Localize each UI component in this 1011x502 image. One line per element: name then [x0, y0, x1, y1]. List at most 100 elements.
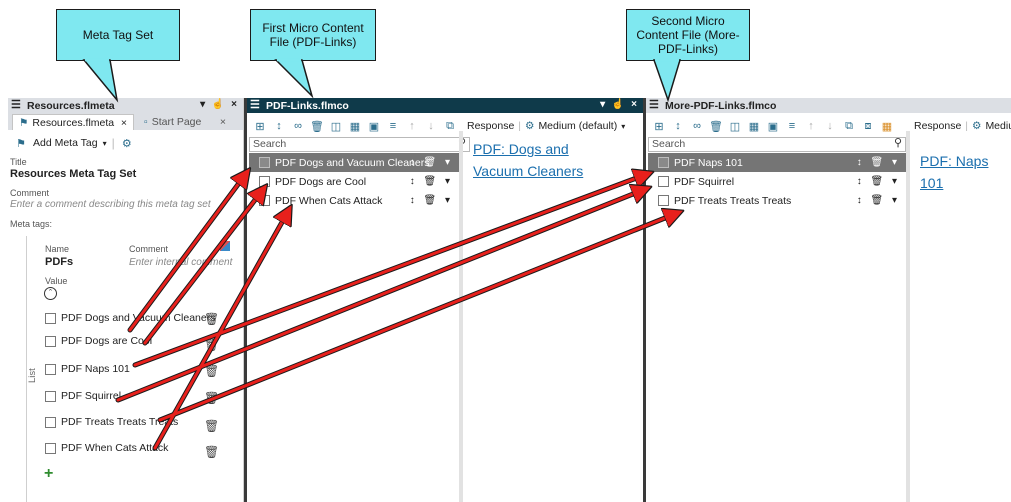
device-icon: ⚙: [525, 120, 535, 132]
toolbar-separator: |: [111, 136, 115, 150]
row-checkbox[interactable]: [658, 195, 669, 206]
list-item[interactable]: PDF Treats Treats Treats: [45, 414, 178, 430]
list-item[interactable]: PDF Naps 101: [45, 361, 130, 377]
trash-icon[interactable]: 🗑: [204, 338, 219, 352]
tag-color-icon[interactable]: [220, 241, 230, 251]
search-placeholder: Search: [652, 138, 686, 150]
trash-icon[interactable]: 🗑: [709, 119, 723, 133]
response-link[interactable]: PDF: Dogs and Vacuum Cleaners: [473, 138, 613, 182]
row-checkbox[interactable]: [658, 176, 669, 187]
collapse-icon[interactable]: ˆ: [44, 287, 57, 300]
row-label: PDF Squirrel: [674, 175, 735, 188]
item-checkbox[interactable]: [45, 312, 56, 324]
row-action-icons[interactable]: ↕ 🗑 ▾: [410, 157, 453, 168]
tab-start-page[interactable]: ▫ Start Page ×: [138, 114, 232, 130]
list-item[interactable]: PDF Squirrel: [45, 388, 121, 404]
list-item[interactable]: PDF Dogs are Cool: [45, 333, 152, 349]
list-row[interactable]: PDF Treats Treats Treats ↕ 🗑 ▾: [648, 191, 906, 210]
item-checkbox[interactable]: [45, 335, 56, 347]
row-checkbox[interactable]: [259, 176, 270, 187]
row-checkbox[interactable]: [259, 195, 270, 206]
response-link[interactable]: PDF: Naps 101: [920, 150, 1010, 194]
toolbar-separator: |: [518, 120, 522, 132]
close-icon[interactable]: ×: [121, 117, 127, 129]
preview-icon[interactable]: ▣: [766, 119, 780, 133]
arrow-up-icon[interactable]: ↑: [804, 119, 818, 133]
row-label: PDF Dogs are Cool: [275, 175, 367, 188]
chevron-down-icon[interactable]: ▾: [621, 122, 625, 131]
trash-icon[interactable]: 🗑: [204, 419, 219, 433]
list-item[interactable]: PDF When Cats Attack: [45, 440, 168, 456]
paint-icon[interactable]: ▦: [348, 119, 362, 133]
settings-icon[interactable]: ⚙: [120, 136, 134, 150]
paint-icon[interactable]: ▦: [747, 119, 761, 133]
page-icon: ▫: [144, 116, 148, 128]
add-meta-tag-button[interactable]: Add Meta Tag: [33, 137, 98, 149]
link-icon[interactable]: ↕: [272, 119, 286, 133]
trash-icon[interactable]: 🗑: [204, 445, 219, 459]
search-input[interactable]: Search ⚲: [249, 137, 470, 152]
tag-comment-field[interactable]: Enter internal comment: [129, 257, 232, 268]
add-item-icon[interactable]: ⊞: [253, 119, 267, 133]
add-item-icon[interactable]: +: [44, 465, 53, 483]
title-value[interactable]: Resources Meta Tag Set: [10, 168, 136, 180]
item-checkbox[interactable]: [45, 416, 56, 428]
pdf-links-panel: ☰ PDF-Links.flmco ▾ ☝ × ⊞ ↕ ∞ 🗑 ◫ ▦ ▣ ≡ …: [247, 98, 643, 502]
chain-icon[interactable]: ∞: [291, 119, 305, 133]
list-item[interactable]: PDF Dogs and Vacuum Cleaners: [45, 310, 215, 326]
grid-icon[interactable]: ▦: [880, 119, 894, 133]
copy-icon[interactable]: ◫: [728, 119, 742, 133]
tab-resources[interactable]: ⚑ Resources.flmeta ×: [12, 114, 134, 130]
tag-name-value[interactable]: PDFs: [45, 256, 73, 268]
list-row[interactable]: PDF Squirrel ↕ 🗑 ▾: [648, 172, 906, 191]
medium-select[interactable]: Mediun: [985, 120, 1011, 132]
link-icon[interactable]: ↕: [671, 119, 685, 133]
item-checkbox[interactable]: [45, 363, 56, 375]
search-input[interactable]: Search ⚲: [648, 137, 906, 152]
callout-tails: [82, 58, 682, 103]
list-row[interactable]: PDF Dogs and Vacuum Cleaners ↕ 🗑 ▾: [249, 153, 459, 172]
trash-icon[interactable]: 🗑: [310, 119, 324, 133]
duplicate-icon[interactable]: ⧉: [443, 119, 457, 133]
row-action-icons[interactable]: ↕ 🗑 ▾: [857, 176, 900, 187]
arrow-up-icon[interactable]: ↑: [405, 119, 419, 133]
response-label: Response: [914, 120, 962, 132]
tab-strip: ⚑ Resources.flmeta × ▫ Start Page ×: [8, 113, 243, 130]
item-checkbox[interactable]: [45, 390, 56, 402]
medium-select[interactable]: Medium (default): [538, 120, 617, 132]
tag-icon: ⚑: [19, 116, 29, 129]
row-checkbox[interactable]: [658, 157, 669, 168]
list-icon[interactable]: ≡: [386, 119, 400, 133]
row-action-icons[interactable]: ↕ 🗑 ▾: [410, 176, 453, 187]
arrow-down-icon[interactable]: ↓: [823, 119, 837, 133]
tab-start-page-label: Start Page: [151, 116, 202, 128]
trash-icon[interactable]: 🗑: [204, 312, 219, 326]
list-icon[interactable]: ≡: [785, 119, 799, 133]
chevron-down-icon[interactable]: ▾: [103, 139, 107, 148]
splitter[interactable]: [906, 131, 910, 502]
list-row[interactable]: PDF Dogs are Cool ↕ 🗑 ▾: [249, 172, 459, 191]
add-item-icon[interactable]: ⊞: [652, 119, 666, 133]
row-action-icons[interactable]: ↕ 🗑 ▾: [410, 195, 453, 206]
trash-icon[interactable]: 🗑: [204, 391, 219, 405]
list-row[interactable]: PDF When Cats Attack ↕ 🗑 ▾: [249, 191, 459, 210]
chain-icon[interactable]: ∞: [690, 119, 704, 133]
comment-field[interactable]: Enter a comment describing this meta tag…: [10, 199, 211, 210]
splitter[interactable]: [459, 131, 463, 502]
arrow-down-icon[interactable]: ↓: [424, 119, 438, 133]
duplicate-icon[interactable]: ⧉: [842, 119, 856, 133]
row-action-icons[interactable]: ↕ 🗑 ▾: [857, 157, 900, 168]
trash-icon[interactable]: 🗑: [204, 364, 219, 378]
close-icon[interactable]: ×: [220, 116, 226, 128]
pdf-links-toolbar: ⊞ ↕ ∞ 🗑 ◫ ▦ ▣ ≡ ↑ ↓ ⧉: [247, 115, 457, 137]
row-label: PDF When Cats Attack: [275, 194, 383, 207]
row-action-icons[interactable]: ↕ 🗑 ▾: [857, 195, 900, 206]
row-checkbox[interactable]: [259, 157, 270, 168]
preview-icon[interactable]: ▣: [367, 119, 381, 133]
title-label: Title: [10, 157, 27, 167]
comment-label: Comment: [10, 188, 50, 198]
copy-all-icon[interactable]: ⧈: [861, 119, 875, 133]
copy-icon[interactable]: ◫: [329, 119, 343, 133]
list-row[interactable]: PDF Naps 101 ↕ 🗑 ▾: [648, 153, 906, 172]
item-checkbox[interactable]: [45, 442, 56, 454]
